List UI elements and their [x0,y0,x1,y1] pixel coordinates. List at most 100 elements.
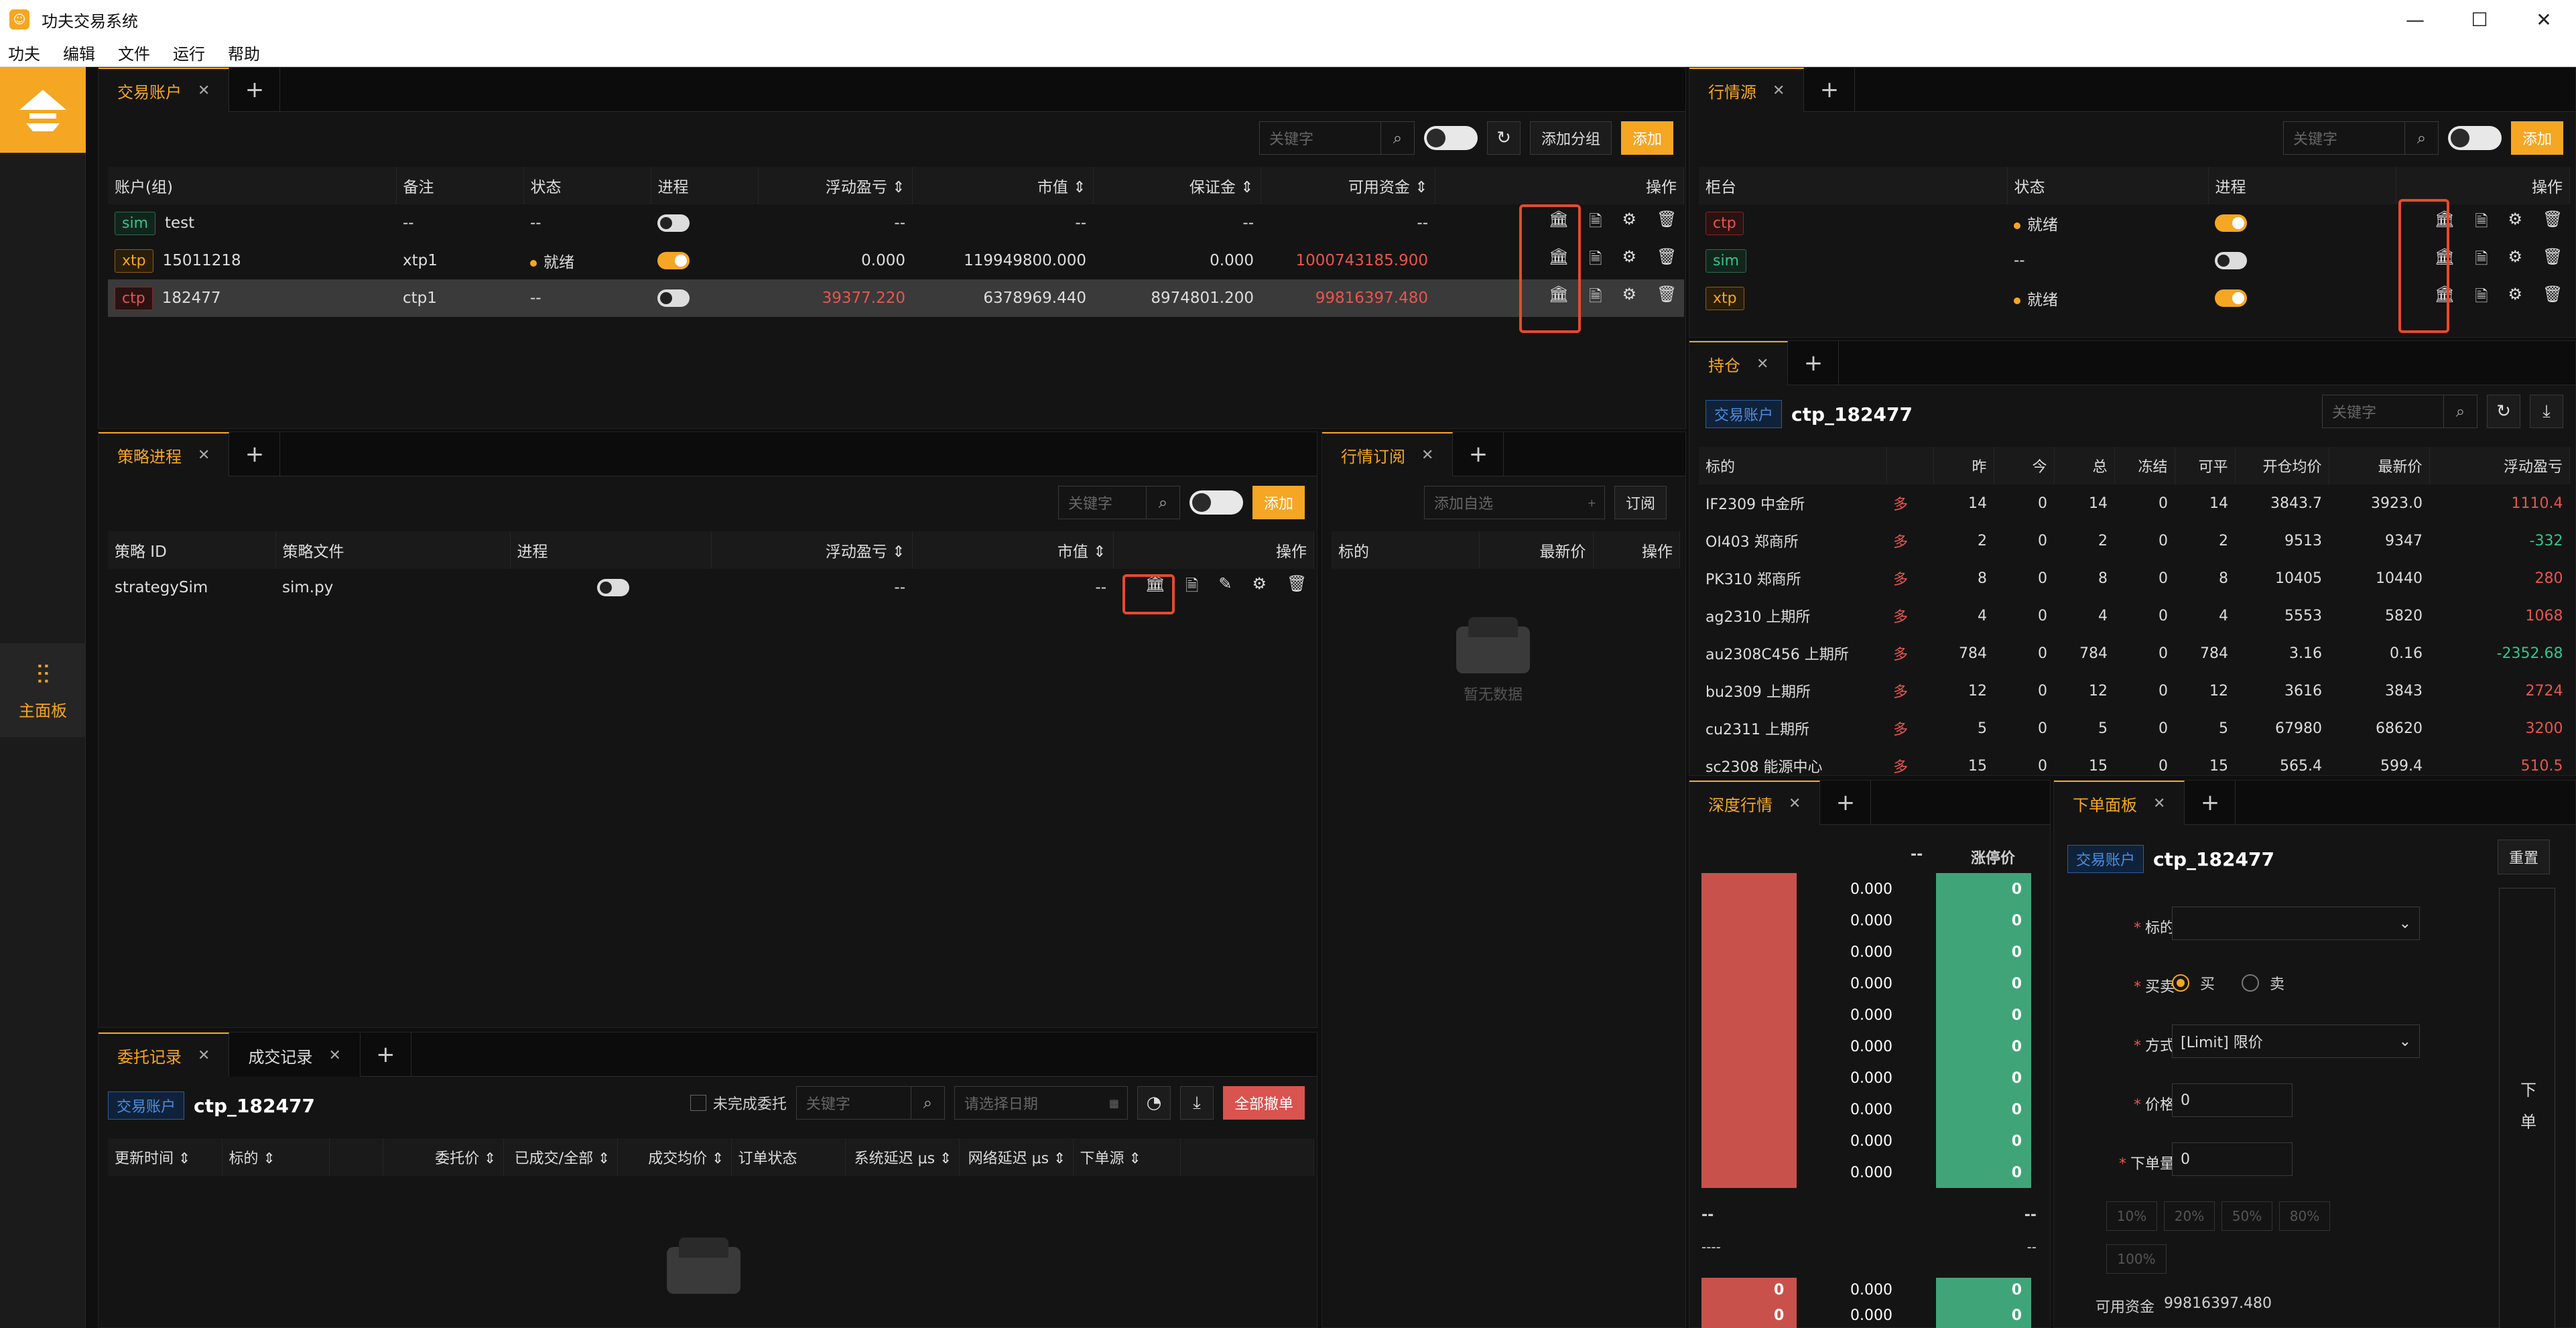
close-window-button[interactable]: ✕ [2512,0,2576,39]
pct-20-button[interactable]: 20% [2164,1201,2215,1231]
refresh-icon[interactable]: ↻ [2487,395,2520,428]
trash-icon[interactable]: 🗑 [1287,574,1307,602]
tab-order-entry[interactable]: 下单面板 ✕ [2054,781,2185,825]
table-row[interactable]: ag2310 上期所 多 4 0 4 0 4 5553 5820 1068 [1699,597,2570,635]
unfinished-checkbox[interactable]: 未完成委托 [690,1092,787,1114]
gear-icon[interactable]: ⚙ [2508,210,2523,237]
show-all-toggle[interactable] [1423,126,1478,150]
add-tab-button[interactable]: + [1788,341,1840,385]
search-icon[interactable]: ⌕ [2404,122,2438,154]
table-row[interactable]: sim test -- -- -- -- -- -- 🏛 🗎 ⚙ 🗑 [108,204,1684,242]
maximize-button[interactable]: ☐ [2447,0,2512,39]
pct-10-button[interactable]: 10% [2106,1201,2157,1231]
ask-level[interactable]: 0.000 0 [1689,1093,2051,1125]
add-md-button[interactable]: 添加 [2510,121,2563,155]
table-row[interactable]: PK310 郑商所 多 8 0 8 0 8 10405 10440 280 [1699,559,2570,597]
process-toggle[interactable] [657,214,690,232]
close-icon[interactable]: ✕ [198,1047,210,1064]
show-all-toggle[interactable] [2447,126,2502,150]
gear-icon[interactable]: ⚙ [2508,285,2523,312]
trash-icon[interactable]: 🗑 [1657,210,1677,237]
search-icon[interactable]: ⌕ [2443,395,2477,427]
add-tab-button[interactable]: + [1453,432,1504,476]
tab-position[interactable]: 持仓 ✕ [1689,341,1789,385]
add-strategy-button[interactable]: 添加 [1252,486,1305,519]
process-toggle[interactable] [657,252,690,269]
tab-strategy[interactable]: 策略进程 ✕ [99,432,230,476]
tab-md-sub[interactable]: 行情订阅 ✕ [1322,432,1454,476]
trash-icon[interactable]: 🗑 [1657,247,1677,275]
search-input[interactable]: 关键字 ⌕ [1057,486,1180,519]
trash-icon[interactable]: 🗑 [2542,285,2563,312]
close-icon[interactable]: ✕ [1789,795,1801,812]
process-toggle[interactable] [2215,252,2247,269]
pct-100-button[interactable]: 100% [2106,1244,2167,1274]
trash-icon[interactable]: 🗑 [2542,247,2563,275]
ask-level[interactable]: 0.000 0 [1689,1156,2051,1188]
ask-level[interactable]: 0.000 0 [1689,1031,2051,1062]
submit-order-button[interactable]: 下 单 [2499,888,2555,1328]
menu-file[interactable]: 文件 [118,41,150,64]
add-tab-button[interactable]: + [1820,781,1872,825]
close-icon[interactable]: ✕ [198,447,210,464]
doc-icon[interactable]: 🗎 [2475,285,2488,312]
search-input[interactable]: 关键字 ⌕ [2322,395,2477,428]
table-row[interactable]: sc2308 能源中心 多 15 0 15 0 15 565.4 599.4 510.5 [1699,747,2570,785]
close-icon[interactable]: ✕ [1421,447,1433,464]
cancel-all-button[interactable]: 全部撤单 [1222,1086,1305,1120]
close-icon[interactable]: ✕ [1756,356,1768,373]
ask-level[interactable]: 0.000 0 [1689,1125,2051,1156]
search-input[interactable]: 关键字 ⌕ [2282,121,2439,155]
pct-50-button[interactable]: 50% [2221,1201,2272,1231]
table-row[interactable]: ctp 182477 ctp1 -- 39377.220 6378969.440 … [108,279,1684,317]
mode-select[interactable]: [Limit] 限价 ⌄ [2172,1024,2420,1058]
doc-icon[interactable]: 🗎 [2475,247,2488,275]
col-market-value[interactable]: 市值 ⇕ [912,167,1094,204]
add-account-button[interactable]: 添加 [1620,121,1673,155]
doc-icon[interactable]: 🗎 [1589,210,1602,237]
ask-level[interactable]: 0.000 0 [1689,905,2051,936]
gear-icon[interactable]: ⚙ [1252,574,1267,602]
process-toggle[interactable] [657,289,690,307]
menu-run[interactable]: 运行 [173,41,205,64]
chart-icon[interactable]: ◔ [1137,1086,1171,1120]
menu-kungfu[interactable]: 功夫 [8,41,40,64]
ask-level[interactable]: 0.000 0 [1689,873,2051,905]
col-available[interactable]: 可用资金 ⇕ [1261,167,1435,204]
add-watch-input[interactable]: 添加自选 + [1424,486,1605,519]
table-row[interactable]: cu2311 上期所 多 5 0 5 0 5 67980 68620 3200 [1699,710,2570,747]
ask-level[interactable]: 0.000 0 [1689,999,2051,1031]
minimize-button[interactable]: — [2383,0,2447,39]
tab-trades[interactable]: 成交记录 ✕ [229,1033,361,1077]
close-icon[interactable]: ✕ [1773,82,1785,99]
trash-icon[interactable]: 🗑 [1657,285,1677,312]
close-icon[interactable]: ✕ [198,82,210,99]
col-account[interactable]: 账户(组) [108,167,397,204]
bid-level[interactable]: 0 0.000 0 [1689,1278,2051,1303]
add-tab-button[interactable]: + [229,68,281,112]
download-icon[interactable]: ⤓ [2530,395,2563,428]
ask-level[interactable]: 0.000 0 [1689,936,2051,968]
tab-orders[interactable]: 委托记录 ✕ [99,1033,230,1077]
add-group-button[interactable]: 添加分组 [1529,121,1612,155]
ask-level[interactable]: 0.000 0 [1689,1062,2051,1093]
ask-level[interactable]: 0.000 0 [1689,968,2051,999]
table-row[interactable]: xtp 15011218 xtp1 就绪 0.000 119949800.000 … [108,242,1684,279]
date-picker[interactable]: 请选择日期 ▦ [954,1086,1128,1120]
doc-icon[interactable]: 🗎 [1589,247,1602,275]
gear-icon[interactable]: ⚙ [1622,210,1637,237]
add-tab-button[interactable]: + [361,1033,411,1077]
pct-80-button[interactable]: 80% [2279,1201,2330,1231]
gear-icon[interactable]: ⚙ [1622,247,1637,275]
search-input[interactable]: 关键字 ⌕ [795,1086,945,1120]
process-toggle[interactable] [597,579,629,596]
price-input[interactable]: 0 [2172,1083,2293,1117]
close-icon[interactable]: ✕ [2153,795,2165,812]
show-all-toggle[interactable] [1189,490,1243,515]
add-tab-button[interactable]: + [1804,68,1856,112]
tab-md-source[interactable]: 行情源 ✕ [1689,68,1805,112]
table-row[interactable]: au2308C456 上期所 多 784 0 784 0 784 3.16 0.16 -2352.… [1699,635,2570,672]
menu-help[interactable]: 帮助 [228,41,260,64]
search-icon[interactable]: ⌕ [910,1087,944,1119]
search-input[interactable]: 关键字 ⌕ [1259,121,1415,155]
